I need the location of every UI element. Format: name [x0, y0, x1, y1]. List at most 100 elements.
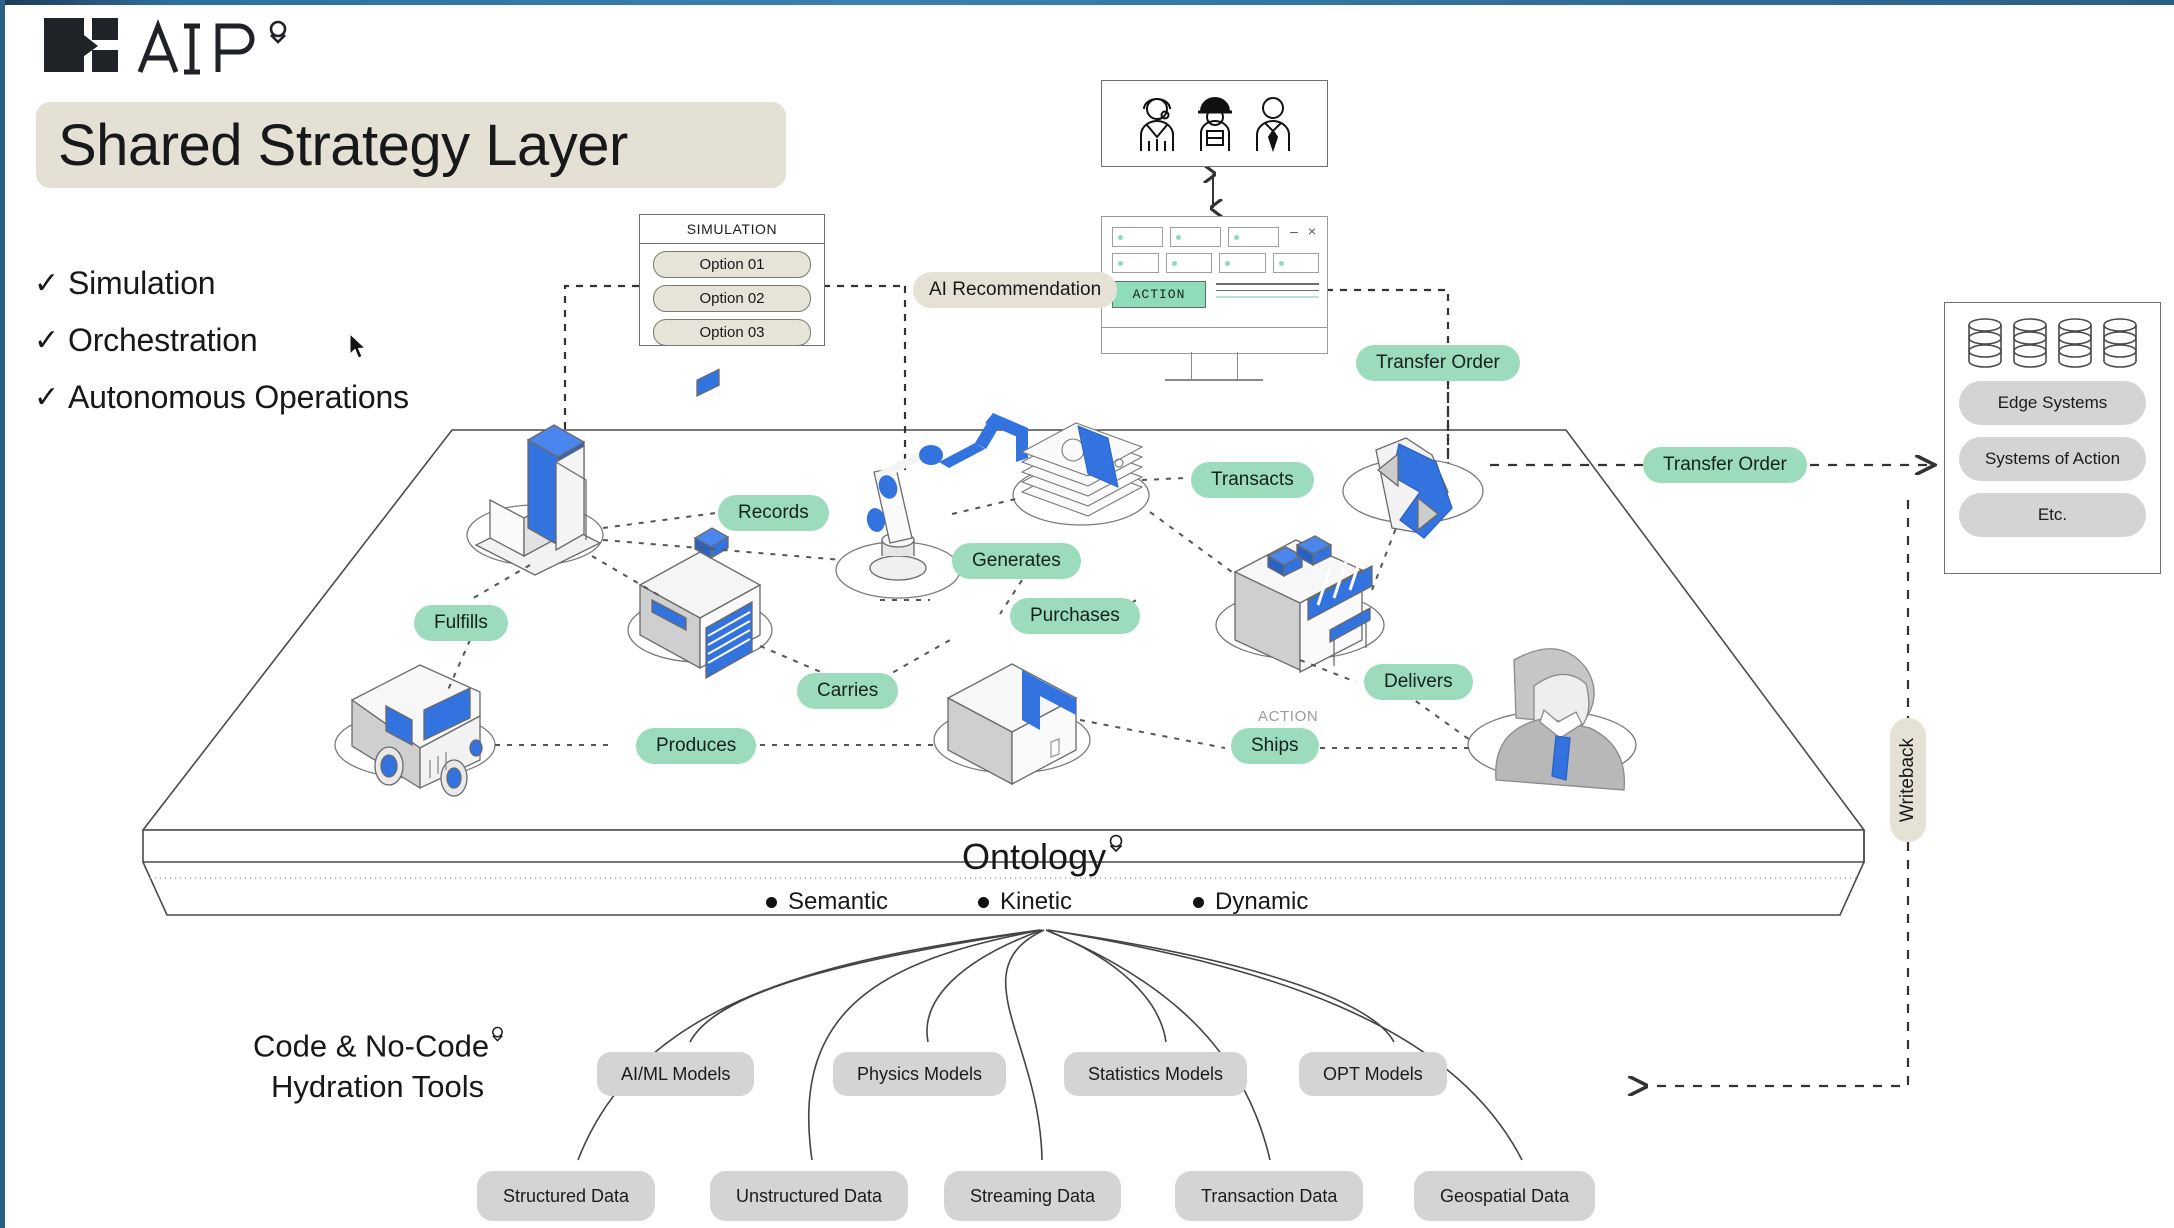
simulation-option-label: Option 02	[699, 290, 765, 307]
relationship-label: Generates	[972, 550, 1061, 571]
system-item-etc[interactable]: Etc.	[1959, 493, 2146, 537]
external-systems-panel: Edge Systems Systems of Action Etc.	[1944, 302, 2161, 574]
data-label: Geospatial Data	[1440, 1185, 1570, 1206]
window-controls[interactable]: – ×	[1290, 223, 1319, 239]
model-pill-opt[interactable]: OPT Models	[1299, 1052, 1447, 1096]
simulation-panel-title: SIMULATION	[686, 221, 778, 237]
relationship-label: Purchases	[1030, 605, 1120, 626]
database-cylinder-icon	[2013, 318, 2047, 368]
window-left-border	[0, 0, 5, 1228]
database-cylinder-icon	[2058, 318, 2092, 368]
hydration-line-2: Hydration Tools	[271, 1069, 485, 1105]
palantir-mark-icon	[1109, 834, 1123, 853]
ontology-marker-label: Dynamic	[1215, 888, 1309, 915]
simulation-option[interactable]: Option 03	[653, 319, 811, 346]
ai-recommendation-pill: AI Recommendation	[913, 272, 1118, 308]
data-label: Transaction Data	[1201, 1185, 1338, 1206]
relationship-pill-generates: Generates	[952, 543, 1081, 579]
status-dot-icon	[1234, 234, 1239, 240]
transfer-order-pill-top: Transfer Order	[1356, 345, 1520, 381]
relationship-pill-purchases: Purchases	[1010, 598, 1140, 634]
bullet-dot-icon	[978, 896, 989, 908]
simulation-option[interactable]: Option 01	[653, 251, 811, 278]
status-dot-icon	[1176, 234, 1181, 240]
simulation-option-label: Option 01	[699, 256, 765, 273]
model-pill-statistics[interactable]: Statistics Models	[1064, 1052, 1248, 1096]
database-cylinder-icon	[2103, 318, 2137, 368]
relationship-label: Carries	[817, 680, 879, 701]
simulation-options: Option 01 Option 02 Option 03	[640, 244, 824, 346]
simulation-option-label: Option 03	[699, 324, 765, 341]
relationship-pill-carries: Carries	[797, 673, 899, 709]
simulation-panel-header: SIMULATION	[640, 215, 824, 244]
action-row: ACTION	[1112, 281, 1319, 308]
close-icon[interactable]: ×	[1308, 223, 1319, 239]
data-pill-structured[interactable]: Structured Data	[477, 1171, 656, 1221]
relationship-label: Ships	[1251, 735, 1299, 756]
model-label: AI/ML Models	[621, 1063, 731, 1084]
action-button[interactable]: ACTION	[1112, 281, 1206, 308]
data-label: Streaming Data	[970, 1185, 1096, 1206]
check-icon: ✓	[34, 380, 60, 414]
monitor-stand	[1191, 352, 1238, 380]
ontology-marker-label: Kinetic	[1000, 888, 1073, 915]
metric-chip[interactable]	[1170, 227, 1221, 247]
capability-label: Simulation	[68, 265, 216, 301]
check-icon: ✓	[34, 323, 60, 357]
metric-chip[interactable]	[1228, 227, 1279, 247]
metric-chip[interactable]	[1112, 253, 1159, 273]
check-icon: ✓	[34, 266, 60, 300]
metric-chip-row	[1112, 253, 1319, 273]
data-pill-geospatial[interactable]: Geospatial Data	[1414, 1171, 1596, 1221]
ontology-marker-semantic: Semantic	[766, 888, 888, 916]
data-pill-transaction[interactable]: Transaction Data	[1175, 1171, 1364, 1221]
bullet-dot-icon	[1193, 896, 1204, 908]
metric-chip-row	[1112, 227, 1319, 247]
model-pill-physics[interactable]: Physics Models	[833, 1052, 1007, 1096]
personas-panel	[1101, 80, 1328, 167]
metric-chip[interactable]	[1219, 253, 1266, 273]
relationship-pill-transacts: Transacts	[1191, 462, 1314, 498]
ontology-marker-kinetic: Kinetic	[978, 888, 1072, 916]
capability-label: Autonomous Operations	[68, 379, 409, 415]
data-pill-streaming[interactable]: Streaming Data	[944, 1171, 1122, 1221]
metric-chip[interactable]	[1272, 253, 1319, 273]
capability-item: ✓ Simulation	[34, 265, 409, 302]
application-window-body: – × ACTION	[1102, 217, 1327, 328]
metric-chip[interactable]	[1165, 253, 1212, 273]
model-label: Statistics Models	[1088, 1063, 1224, 1084]
diagram-canvas: Shared Strategy Layer ✓ Simulation ✓ Orc…	[0, 0, 2174, 1228]
system-item-edge-systems[interactable]: Edge Systems	[1959, 381, 2146, 425]
data-pill-unstructured[interactable]: Unstructured Data	[710, 1171, 909, 1221]
bullet-dot-icon	[766, 896, 777, 908]
hardhat-worker-icon	[1197, 96, 1232, 151]
transfer-order-label: Transfer Order	[1663, 454, 1787, 475]
metric-chip[interactable]	[1112, 227, 1163, 247]
minimize-icon[interactable]: –	[1290, 223, 1301, 239]
placeholder-line	[1216, 283, 1319, 285]
business-person-icon	[1255, 96, 1290, 152]
system-item-systems-of-action[interactable]: Systems of Action	[1959, 437, 2146, 481]
relationship-pill-fulfills: Fulfills	[414, 605, 508, 641]
ontology-marker-dynamic: Dynamic	[1193, 888, 1308, 916]
model-label: Physics Models	[857, 1063, 983, 1084]
action-button-label: ACTION	[1132, 287, 1186, 302]
model-pill-aiml[interactable]: AI/ML Models	[597, 1052, 755, 1096]
relationship-pill-produces: Produces	[636, 728, 757, 764]
database-cylinder-icon	[1968, 318, 2002, 368]
ontology-title: Ontology	[962, 834, 1126, 878]
data-label: Structured Data	[503, 1185, 630, 1206]
placeholder-line	[1216, 296, 1319, 298]
action-caption-label: ACTION	[1258, 708, 1319, 725]
page-title-text: Shared Strategy Layer	[58, 112, 628, 178]
transfer-order-pill-right: Transfer Order	[1643, 447, 1807, 483]
capability-item: ✓ Autonomous Operations	[34, 379, 409, 416]
headset-operator-icon	[1139, 97, 1174, 151]
model-label: OPT Models	[1323, 1063, 1423, 1084]
relationship-pill-delivers: Delivers	[1364, 664, 1473, 700]
relationship-pill-records: Records	[718, 495, 829, 531]
simulation-option[interactable]: Option 02	[653, 285, 811, 312]
relationship-pill-ships: Ships	[1231, 728, 1319, 764]
palantir-mark-icon	[492, 1026, 503, 1042]
placeholder-line	[1216, 289, 1319, 292]
